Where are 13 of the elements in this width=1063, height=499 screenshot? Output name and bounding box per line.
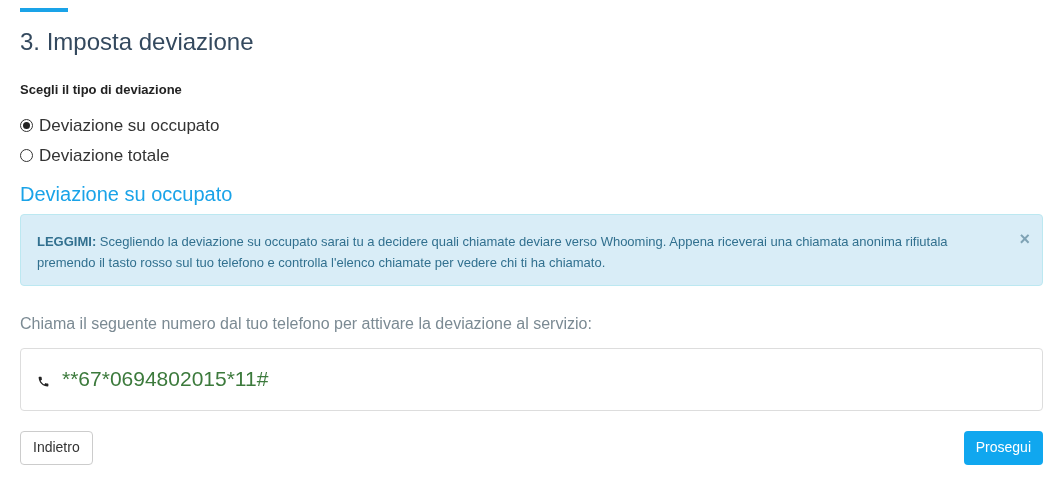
radio-button[interactable]: [20, 149, 33, 162]
back-button[interactable]: Indietro: [20, 430, 93, 465]
dial-code: **67*0694802015*11#: [62, 366, 269, 393]
field-label: Scegli il tipo di deviazione: [20, 81, 182, 99]
section-title: Deviazione su occupato: [20, 181, 233, 206]
alert-text: LEGGIMI: Scegliendo la deviazione su occupato sarai tu a decidere quali chiamate deviare verso Whooming. Appena riceverai una chiamata anonima rifiutala premendo il tasto rosso sul tuo telefono e controlla l'elenco chiamate per vedere chi ti ha chiamato.: [37, 232, 949, 272]
accent-bar: [20, 8, 68, 12]
instruction-text: Chiama il seguente numero dal tuo telefono per attivare la deviazione al servizio:: [20, 313, 592, 334]
radio-label[interactable]: Deviazione totale: [39, 145, 170, 166]
radio-button[interactable]: [20, 119, 33, 132]
page-title: 3. Imposta deviazione: [20, 28, 254, 56]
phone-icon: [37, 374, 50, 388]
radio-label[interactable]: Deviazione su occupato: [39, 115, 220, 136]
